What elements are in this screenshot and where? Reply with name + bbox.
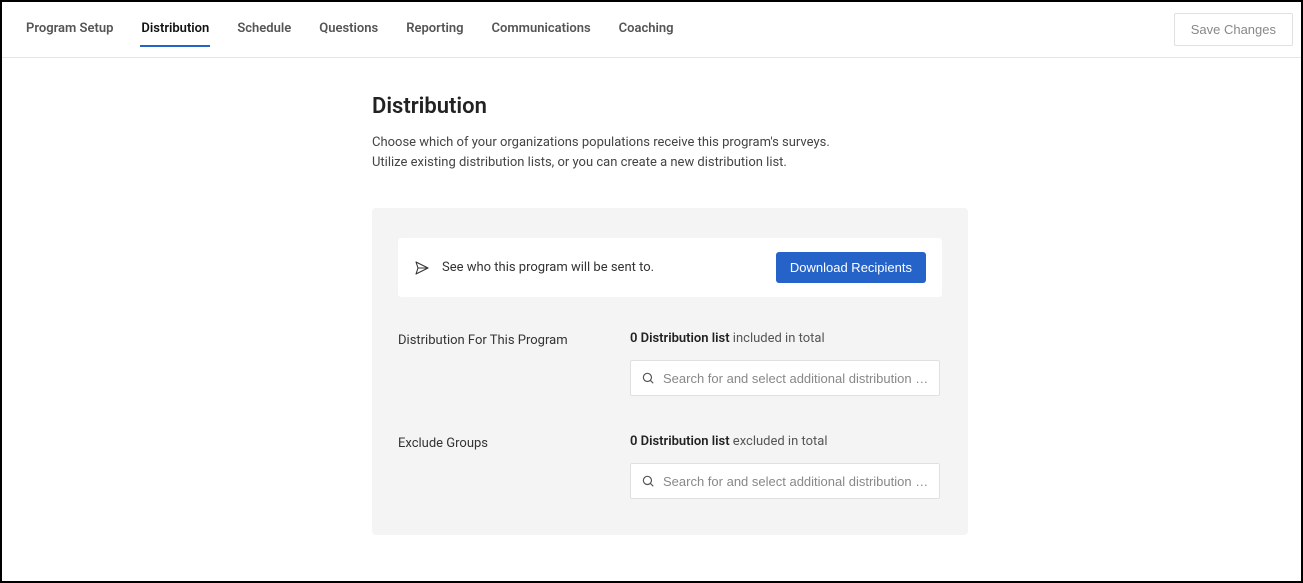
exclude-search-input[interactable] <box>663 474 929 489</box>
distribution-count-suffix: included in total <box>730 331 825 346</box>
send-icon <box>414 260 430 276</box>
distribution-count: 0 Distribution list included in total <box>630 331 942 346</box>
distribution-panel: See who this program will be sent to. Do… <box>372 208 968 535</box>
save-changes-button[interactable]: Save Changes <box>1174 13 1293 46</box>
distribution-search-box[interactable] <box>630 360 940 396</box>
exclude-row: Exclude Groups 0 Distribution list exclu… <box>398 434 942 499</box>
exclude-label: Exclude Groups <box>398 434 630 451</box>
recipients-info-card: See who this program will be sent to. Do… <box>398 238 942 297</box>
search-icon <box>641 371 655 385</box>
distribution-right: 0 Distribution list included in total <box>630 331 942 396</box>
page-title: Distribution <box>372 94 1301 119</box>
tab-distribution[interactable]: Distribution <box>141 2 209 57</box>
tab-reporting[interactable]: Reporting <box>406 2 463 57</box>
distribution-label: Distribution For This Program <box>398 331 630 348</box>
tabs-container: Program Setup Distribution Schedule Ques… <box>26 2 674 57</box>
page-description: Choose which of your organizations popul… <box>372 133 852 172</box>
tab-questions[interactable]: Questions <box>319 2 378 57</box>
main-content: Distribution Choose which of your organi… <box>2 58 1301 535</box>
exclude-right: 0 Distribution list excluded in total <box>630 434 942 499</box>
tab-program-setup[interactable]: Program Setup <box>26 2 113 57</box>
exclude-count: 0 Distribution list excluded in total <box>630 434 942 449</box>
tab-schedule[interactable]: Schedule <box>237 2 291 57</box>
exclude-search-box[interactable] <box>630 463 940 499</box>
info-card-text: See who this program will be sent to. <box>442 260 654 275</box>
tab-coaching[interactable]: Coaching <box>619 2 674 57</box>
distribution-search-input[interactable] <box>663 371 929 386</box>
distribution-row: Distribution For This Program 0 Distribu… <box>398 331 942 396</box>
tab-communications[interactable]: Communications <box>492 2 591 57</box>
download-recipients-button[interactable]: Download Recipients <box>776 252 926 283</box>
info-left: See who this program will be sent to. <box>414 260 654 276</box>
search-icon <box>641 474 655 488</box>
distribution-count-prefix: 0 Distribution list <box>630 331 730 346</box>
exclude-count-prefix: 0 Distribution list <box>630 434 730 449</box>
exclude-count-suffix: excluded in total <box>730 434 828 449</box>
topbar: Program Setup Distribution Schedule Ques… <box>2 2 1301 58</box>
